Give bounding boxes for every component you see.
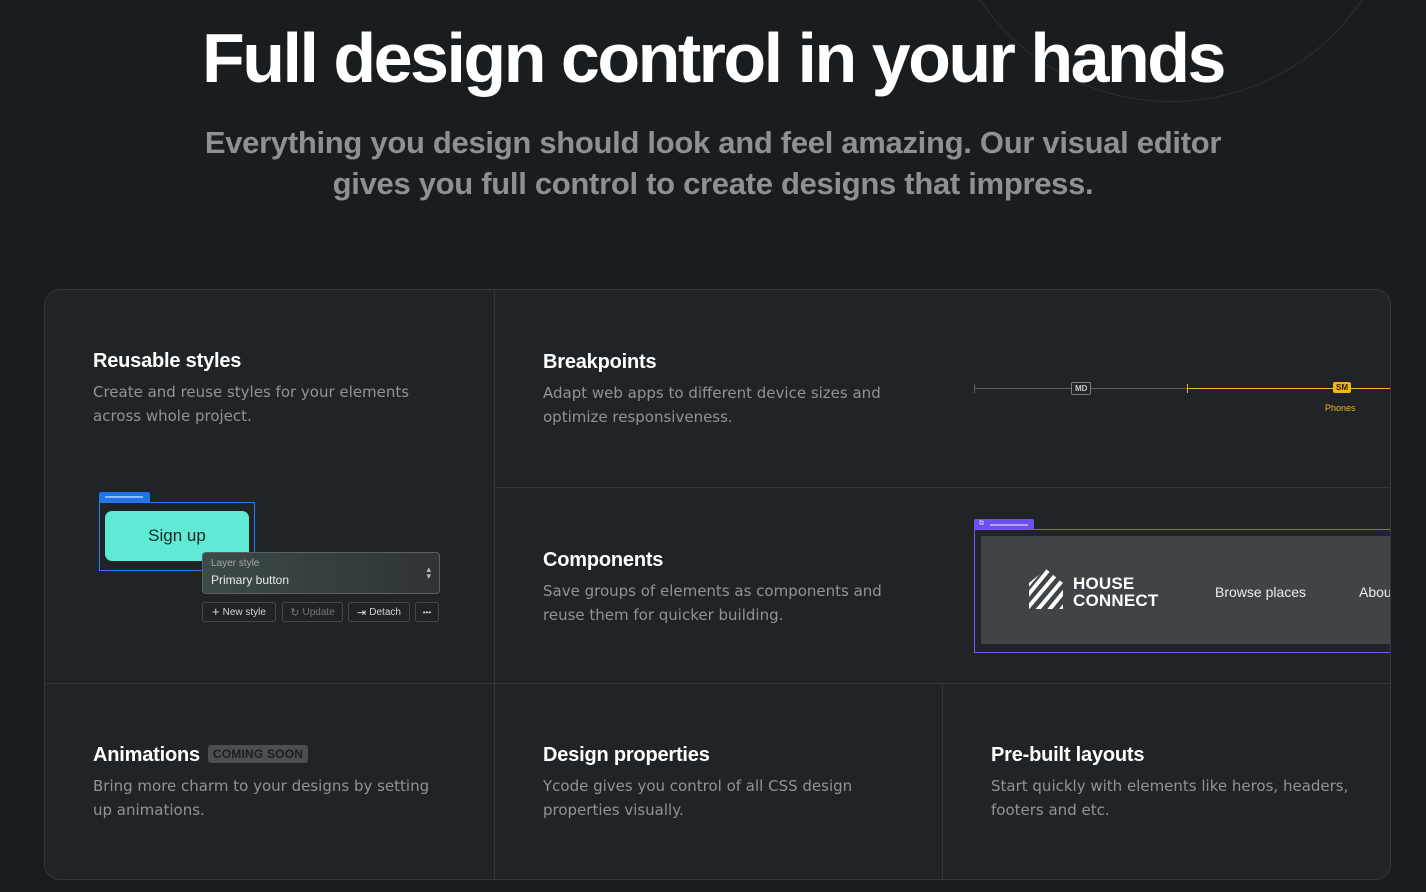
nav-link-browse-places[interactable]: Browse places	[1215, 584, 1306, 600]
card-description: Start quickly with elements like heros, …	[991, 774, 1348, 822]
hero-subtitle-line-2: gives you full control to create designs…	[332, 166, 1094, 201]
card-breakpoints: Breakpoints Adapt web apps to different …	[495, 290, 1390, 487]
card-title: Design properties	[543, 744, 710, 766]
detach-label: Detach	[369, 606, 401, 618]
nav-link-about[interactable]: About	[1359, 584, 1390, 600]
coming-soon-badge: COMING SOON	[207, 745, 309, 763]
card-design-properties: Design properties Ycode gives you contro…	[495, 684, 942, 879]
card-description: Bring more charm to your designs by sett…	[93, 774, 429, 822]
breakpoint-sm-caption: Phones	[1325, 403, 1356, 413]
card-description-line: footers and etc.	[991, 801, 1110, 819]
logo-line: HOUSE	[1073, 574, 1135, 593]
chevron-updown-icon: ▴ ▾	[426, 564, 431, 581]
breakpoint-track-active	[1187, 388, 1390, 389]
card-title: Breakpoints	[543, 351, 657, 373]
card-description-line: across whole project.	[93, 407, 252, 425]
card-description-line: Bring more charm to your designs by sett…	[93, 777, 430, 795]
card-title-text: Animations	[93, 744, 200, 766]
logo-line: CONNECT	[1073, 591, 1159, 610]
layer-style-select[interactable]: Layer style Primary button ▴ ▾	[202, 552, 440, 594]
hero-subtitle-line-1: Everything you design should look and fe…	[204, 125, 1222, 160]
breakpoint-md-tag[interactable]: MD	[1071, 382, 1092, 395]
features-section: Full design control in your hands Everyt…	[0, 0, 1426, 892]
card-title: Reusable styles	[93, 350, 242, 372]
card-description-line: Save groups of elements as components an…	[543, 582, 882, 600]
card-description-line: Ycode gives you control of all CSS desig…	[543, 777, 853, 795]
plus-icon: +	[212, 604, 220, 619]
card-title: Pre-built layouts	[991, 744, 1145, 766]
card-description: Create and reuse styles for your element…	[93, 380, 409, 428]
card-description-line: properties visually.	[543, 801, 684, 819]
card-animations: Animations COMING SOON Bring more charm t…	[45, 684, 494, 879]
card-description-line: up animations.	[93, 801, 205, 819]
card-title: Animations COMING SOON	[93, 744, 309, 767]
detach-button[interactable]: ⇥ Detach	[348, 602, 410, 622]
card-prebuilt-layouts: Pre-built layouts Start quickly with ele…	[943, 684, 1390, 879]
card-description: Ycode gives you control of all CSS desig…	[543, 774, 852, 822]
update-button[interactable]: ↻ Update	[282, 602, 343, 622]
breakpoint-tick	[974, 384, 975, 393]
component-navbar: HOUSE CONNECT Browse places About	[981, 536, 1390, 644]
hero-subtitle: Everything you design should look and fe…	[0, 122, 1426, 204]
house-connect-logo	[1029, 569, 1063, 609]
card-description-line: Adapt web apps to different device sizes…	[543, 384, 881, 402]
features-grid: Reusable styles Create and reuse styles …	[44, 289, 1391, 880]
update-label: Update	[302, 606, 335, 618]
card-description-line: optimize responsiveness.	[543, 408, 733, 426]
card-reusable-styles: Reusable styles Create and reuse styles …	[45, 290, 494, 683]
card-description-line: reuse them for quicker building.	[543, 606, 784, 624]
card-components: Components Save groups of elements as co…	[495, 488, 1390, 683]
component-icon: ⧉	[979, 520, 984, 527]
layer-style-value: Primary button	[211, 573, 290, 587]
breakpoint-sm-tag[interactable]: SM	[1333, 382, 1351, 393]
new-style-button[interactable]: + New style	[202, 602, 276, 622]
card-title: Components	[543, 549, 664, 571]
card-description: Adapt web apps to different device sizes…	[543, 381, 881, 429]
refresh-icon: ↻	[290, 606, 300, 619]
card-description: Save groups of elements as components an…	[543, 579, 882, 627]
new-style-label: New style	[222, 606, 266, 618]
more-icon[interactable]: •••	[415, 602, 439, 622]
card-description-line: Start quickly with elements like heros, …	[991, 777, 1349, 795]
layer-style-label: Layer style	[211, 558, 260, 569]
card-description-line: Create and reuse styles for your element…	[93, 383, 410, 401]
detach-icon: ⇥	[357, 606, 367, 619]
logo-text: HOUSE CONNECT	[1073, 575, 1158, 609]
hero-title: Full design control in your hands	[202, 19, 1226, 97]
